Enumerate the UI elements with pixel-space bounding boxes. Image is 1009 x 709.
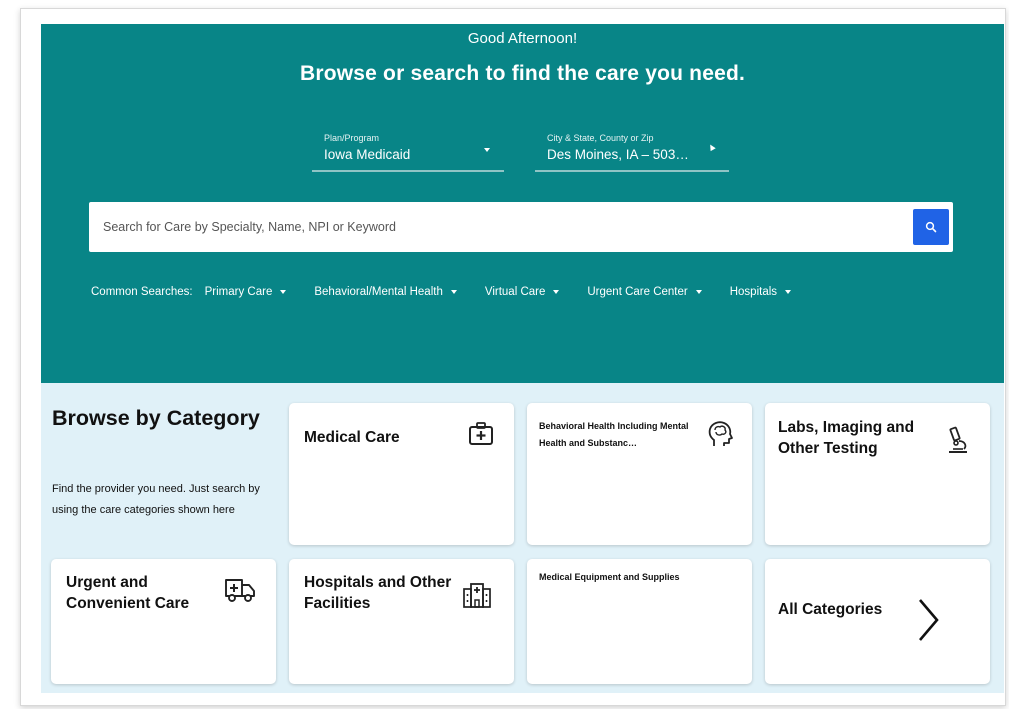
category-title: Urgent and Convenient Care [66,574,190,612]
category-card-urgent-care[interactable]: Urgent and Convenient Care [51,559,276,684]
greeting-text: Good Afternoon! [467,30,578,47]
category-card-hospitals[interactable]: Hospitals and Other Facilities [289,559,514,684]
chip-label: Virtual Care [484,286,546,298]
common-search-hospitals[interactable]: Hospitals [729,286,792,298]
plan-program-select[interactable]: Plan/Program Iowa Medicaid [312,130,504,172]
browse-panel: Browse by Category Find the provider you… [41,383,1004,693]
chevron-down-icon [484,148,490,152]
chevron-down-icon [280,290,287,294]
category-title: Hospitals and Other Facilities [304,574,452,612]
search-button[interactable] [913,209,949,245]
common-search-virtual-care[interactable]: Virtual Care [485,286,560,298]
hero-banner: Good Afternoon! Browse or search to find… [41,24,1004,383]
location-value: Des Moines, IA – 503… [547,147,689,162]
browse-description: Find the provider you need. Just search … [52,483,260,516]
browse-title: Browse by Category [52,406,260,430]
location-arrow-icon[interactable]: ▲ [705,140,719,154]
ambulance-icon [225,579,255,602]
common-search-behavioral-mental-health[interactable]: Behavioral/Mental Health [314,286,457,298]
chip-label: Hospitals [729,286,778,298]
category-title: Labs, Imaging and Other Testing [778,419,915,457]
category-card-medical-care[interactable]: Medical Care [289,403,514,545]
chevron-down-icon [553,290,560,294]
category-card-all-categories[interactable]: All Categories [765,559,990,684]
plan-program-label: Plan/Program [324,133,380,143]
common-search-primary-care[interactable]: Primary Care [205,286,287,298]
hospital-building-icon [463,583,491,608]
microscope-icon [949,426,967,453]
search-input[interactable] [89,202,889,252]
chip-label: Urgent Care Center [587,286,688,298]
page-headline: Browse or search to find the care you ne… [299,62,746,85]
location-label: City & State, County or Zip [547,133,654,143]
category-title: Medical Equipment and Supplies [539,572,680,582]
search-bar [89,202,953,252]
chevron-down-icon [450,290,457,294]
category-card-medical-equipment[interactable]: Medical Equipment and Supplies [527,559,752,684]
category-title: All Categories [778,601,883,618]
chevron-right-icon [919,599,939,641]
common-searches-label: Common Searches: [91,286,193,298]
medical-kit-icon [469,422,493,445]
search-icon [925,221,937,233]
category-title: Medical Care [304,429,400,446]
category-card-labs-imaging[interactable]: Labs, Imaging and Other Testing [765,403,990,545]
category-card-behavioral-health[interactable]: Behavioral Health Including Mental Healt… [527,403,752,545]
plan-program-value: Iowa Medicaid [324,147,411,162]
common-search-urgent-care-center[interactable]: Urgent Care Center [587,286,702,298]
common-searches: Common Searches: Primary Care Behavioral… [91,286,819,298]
chip-label: Primary Care [204,286,273,298]
location-field[interactable]: City & State, County or Zip Des Moines, … [535,130,729,172]
category-title: Behavioral Health Including Mental Healt… [539,421,689,448]
head-brain-icon [708,421,733,446]
chip-label: Behavioral/Mental Health [314,286,443,298]
chevron-down-icon [695,290,702,294]
chevron-down-icon [785,290,792,294]
